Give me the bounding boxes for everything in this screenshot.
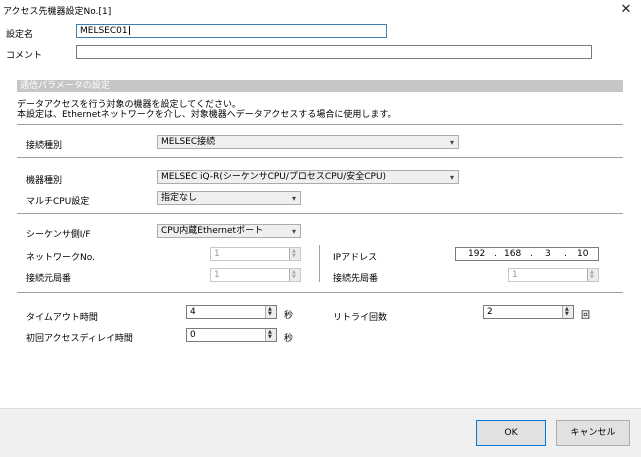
spin-down-icon[interactable]: ▼ xyxy=(268,312,272,317)
ip-dot: . xyxy=(494,249,497,259)
ip-address-input[interactable]: 192 . 168 . 3 . 10 xyxy=(455,247,599,261)
divider xyxy=(17,124,623,125)
sequencer-if-label: シーケンサ側I/F xyxy=(26,230,91,240)
device-type-select[interactable]: MELSEC iQ-R(シーケンサCPU/プロセスCPU/安全CPU) ▾ xyxy=(157,170,459,184)
timeout-unit: 秒 xyxy=(284,311,294,321)
retry-label: リトライ回数 xyxy=(333,313,388,323)
connection-type-select[interactable]: MELSEC接続 ▾ xyxy=(157,135,459,149)
network-no-stepper[interactable]: 1 ▲ ▼ xyxy=(210,247,301,261)
spin-buttons[interactable]: ▲ ▼ xyxy=(289,248,300,260)
ip-dot: . xyxy=(564,249,567,259)
spin-buttons[interactable]: ▲ ▼ xyxy=(562,306,573,318)
chevron-down-icon: ▾ xyxy=(291,227,296,236)
multi-cpu-value: 指定なし xyxy=(161,193,198,203)
device-type-value: MELSEC iQ-R(シーケンサCPU/プロセスCPU/安全CPU) xyxy=(161,172,387,182)
cancel-button[interactable]: キャンセル xyxy=(556,420,630,446)
divider xyxy=(17,157,623,158)
setting-name-input[interactable]: MELSEC01 xyxy=(76,24,387,38)
setting-name-value: MELSEC01 xyxy=(80,26,128,36)
multi-cpu-label: マルチCPU設定 xyxy=(26,197,90,207)
section-description-2: 本設定は、Ethernetネットワークを介し、対象機器へデータアクセスする場合に… xyxy=(17,110,397,120)
window-title: アクセス先機器設定No.[1] xyxy=(3,7,112,17)
ok-button[interactable]: OK xyxy=(476,420,546,446)
retry-stepper[interactable]: 2 ▲ ▼ xyxy=(483,305,574,319)
dest-station-stepper[interactable]: 1 ▲ ▼ xyxy=(508,268,599,282)
timeout-value: 4 xyxy=(190,307,196,317)
close-icon[interactable]: ✕ xyxy=(617,2,635,18)
device-type-label: 機器種別 xyxy=(26,176,63,186)
sequencer-if-select[interactable]: CPU内蔵Ethernetポート ▾ xyxy=(157,224,301,238)
timeout-stepper[interactable]: 4 ▲ ▼ xyxy=(186,305,277,319)
comment-input[interactable] xyxy=(76,45,592,59)
dest-station-label: 接続先局番 xyxy=(333,274,379,284)
chevron-down-icon: ▾ xyxy=(449,173,454,182)
ip-octet-2[interactable]: 168 xyxy=(504,248,521,260)
source-station-value: 1 xyxy=(214,270,220,280)
network-no-label: ネットワークNo. xyxy=(26,253,95,263)
comment-label: コメント xyxy=(6,51,43,61)
initial-delay-value: 0 xyxy=(190,330,196,340)
ip-octet-1[interactable]: 192 xyxy=(468,248,485,260)
timeout-label: タイムアウト時間 xyxy=(26,313,98,323)
connection-type-value: MELSEC接続 xyxy=(161,137,216,147)
initial-delay-stepper[interactable]: 0 ▲ ▼ xyxy=(186,328,277,342)
multi-cpu-select[interactable]: 指定なし ▾ xyxy=(157,191,301,205)
network-no-value: 1 xyxy=(214,249,220,259)
ip-address-label: IPアドレス xyxy=(333,253,378,263)
setting-name-label: 設定名 xyxy=(6,30,34,40)
vertical-divider xyxy=(319,245,320,282)
divider xyxy=(17,213,623,214)
source-station-stepper[interactable]: 1 ▲ ▼ xyxy=(210,268,301,282)
ip-dot: . xyxy=(530,249,533,259)
spin-down-icon[interactable]: ▼ xyxy=(590,275,594,280)
spin-buttons[interactable]: ▲ ▼ xyxy=(265,329,276,341)
spin-buttons[interactable]: ▲ ▼ xyxy=(289,269,300,281)
retry-unit: 回 xyxy=(581,311,591,321)
divider xyxy=(17,292,623,293)
spin-down-icon[interactable]: ▼ xyxy=(292,254,296,259)
spin-buttons[interactable]: ▲ ▼ xyxy=(587,269,598,281)
retry-value: 2 xyxy=(487,307,493,317)
spin-down-icon[interactable]: ▼ xyxy=(565,312,569,317)
sequencer-if-value: CPU内蔵Ethernetポート xyxy=(161,226,264,236)
chevron-down-icon: ▾ xyxy=(291,194,296,203)
chevron-down-icon: ▾ xyxy=(449,138,454,147)
section-header: 通信パラメータの設定 xyxy=(17,80,623,92)
text-cursor xyxy=(128,26,130,35)
spin-down-icon[interactable]: ▼ xyxy=(292,275,296,280)
initial-delay-label: 初回アクセスディレイ時間 xyxy=(26,334,133,344)
source-station-label: 接続元局番 xyxy=(26,274,72,284)
ip-octet-3[interactable]: 3 xyxy=(545,248,551,260)
spin-buttons[interactable]: ▲ ▼ xyxy=(265,306,276,318)
connection-type-label: 接続種別 xyxy=(26,141,63,151)
dest-station-value: 1 xyxy=(512,270,518,280)
ip-octet-4[interactable]: 10 xyxy=(577,248,588,260)
spin-down-icon[interactable]: ▼ xyxy=(268,335,272,340)
initial-delay-unit: 秒 xyxy=(284,334,294,344)
